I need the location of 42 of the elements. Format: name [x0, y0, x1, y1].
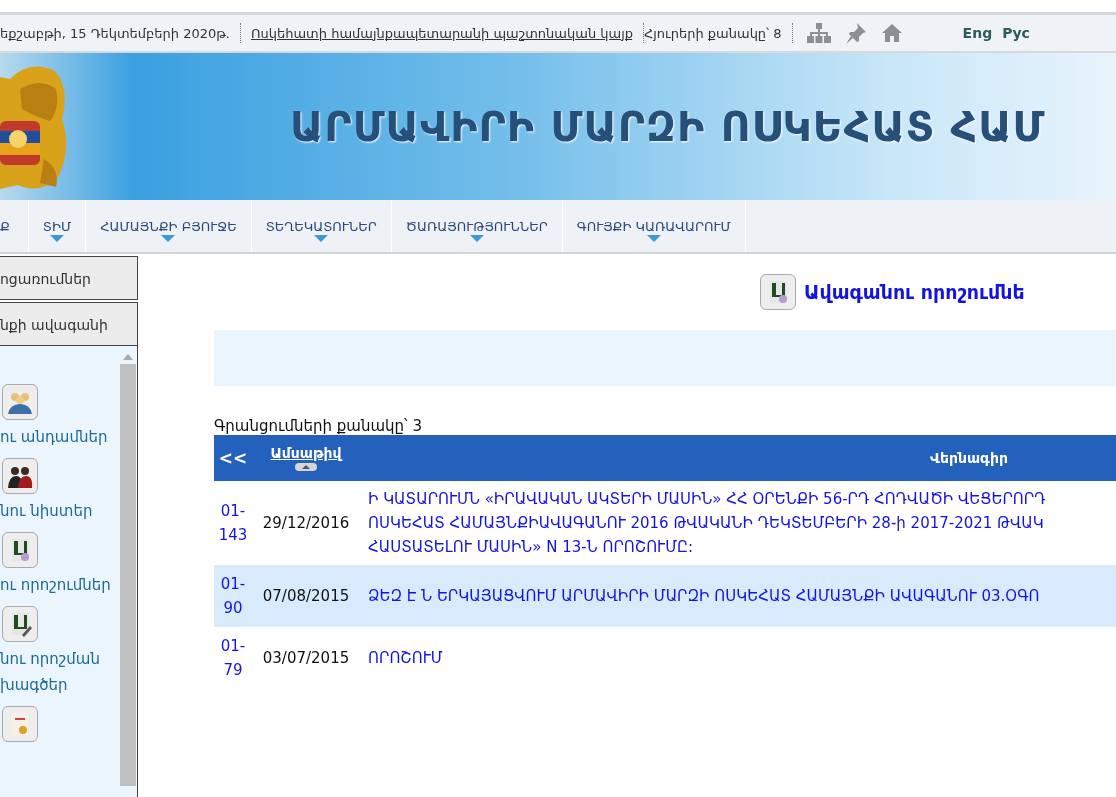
scroll-thumb[interactable]: [120, 364, 136, 786]
nav-menu-item[interactable]: ՏԻՄ: [28, 200, 87, 252]
nav-menu-item[interactable]: ՀԱՄԱՅՆՔԻ ԲՅՈՒՋԵ: [86, 200, 252, 252]
home-icon[interactable]: [880, 23, 903, 43]
page-heading: Ավագանու որոշումնե: [804, 281, 1025, 303]
record-number-link[interactable]: 01-143: [214, 499, 252, 547]
sort-icon[interactable]: [295, 463, 317, 471]
record-date: 29/12/2016: [261, 514, 351, 532]
sitemap-icon[interactable]: [806, 23, 831, 43]
date-text: եքշաբթի, 15 Դեկտեմբերի 2020թ.: [0, 25, 231, 41]
sidebar-section-tab[interactable]: նքի ավագանի: [0, 302, 138, 346]
nav-menu-item[interactable]: ԾԱՌԱՅՈՒԹՅՈՒՆՆԵՐ: [391, 200, 563, 252]
column-header: Վերնագիր: [929, 450, 1009, 466]
pin-icon[interactable]: [844, 22, 867, 44]
back-link[interactable]: <<: [214, 448, 252, 468]
record-title-link[interactable]: Ի ԿԱՏԱՐՈՒՄՆ «ԻՐԱՎԱԿԱՆ ԱԿՏԵՐԻ ՄԱՍԻՆ» ՀՀ ՕՐԵՆՔԻ 56-ՐԴ ՀՈԴՎԱԾԻ ՎԵՑԵՐՈՐԴ ՈՍԿԵՀԱՏ ՀԱՄԱՅՆՔԻԱՎԱԳԱՆՈՒ 2016 ԹՎԱԿԱՆԻ ԴԵԿՏԵՄԲԵՐԻ 28-ի 2017-2021 ԹՎԱԿ ՀԱՍՏԱՏԵԼՈՒ ՄԱՍԻՆ» N 13-Ն ՈՐՈՇՈՒՄԸ:: [360, 487, 1116, 559]
sidebar-icon[interactable]: [2, 606, 38, 642]
scroll-up-icon[interactable]: [123, 354, 133, 360]
nav-menu-item[interactable]: ԳՈՒՅՔԻ ԿԱՌԱՎԱՐՈՒՄ: [562, 200, 746, 252]
language-link[interactable]: Eng: [962, 25, 993, 41]
record-title-link[interactable]: ՈՐՈՇՈՒՄ: [360, 646, 1116, 670]
record-title-link[interactable]: ՁԵԶ Է Ն ԵՐԿԱՅԱՑՎՈՒՄ ԱՐՄԱՎԻՐԻ ՄԱՐԶԻ ՈՍԿԵՀԱՏ ՀԱՄԱՅՆՔԻ ԱՎԱԳԱՆՈՒ 03.ՕԳՈ: [360, 584, 1116, 608]
sidebar-icon[interactable]: [2, 532, 38, 568]
sidebar-section-tab[interactable]: ոցառումներ: [0, 256, 138, 300]
record-count: Գրանցումների քանակը՝ 3: [214, 417, 423, 435]
sidebar-item-label[interactable]: նու որոշման խագծեր: [0, 646, 100, 698]
site-link[interactable]: Ոսկեհատի համայնքապետարանի պաշտոնական կայք: [241, 25, 643, 41]
nav-menu-item[interactable]: ՏԵՂԵԿԱՏՈՒՆԵՐ: [251, 200, 392, 252]
record-number-link[interactable]: 01-79: [214, 634, 252, 682]
sidebar-icon[interactable]: [2, 458, 38, 494]
record-number-link[interactable]: 01-90: [214, 572, 252, 620]
nav-menu-item[interactable]: Ք: [0, 200, 29, 252]
sidebar-item-label[interactable]: նու նիստեր: [0, 498, 93, 524]
decision-icon: [760, 274, 796, 310]
record-date: 07/08/2015: [261, 587, 351, 605]
banner-title: ԱՐՄԱՎԻՐԻ ՄԱՐԶԻ ՈՍԿԵՀԱՏ ՀԱՄ: [290, 102, 1046, 151]
record-date: 03/07/2015: [261, 649, 351, 667]
visitor-count: Հյուրերի քանակը՝ 8: [644, 25, 783, 41]
language-link[interactable]: Рус: [1002, 25, 1030, 41]
sort-column-link[interactable]: Ամսաթիվ: [270, 445, 342, 461]
sidebar-item-label[interactable]: ու որոշումներ: [0, 572, 111, 598]
sidebar-item-label[interactable]: ու անդամներ: [0, 424, 108, 450]
